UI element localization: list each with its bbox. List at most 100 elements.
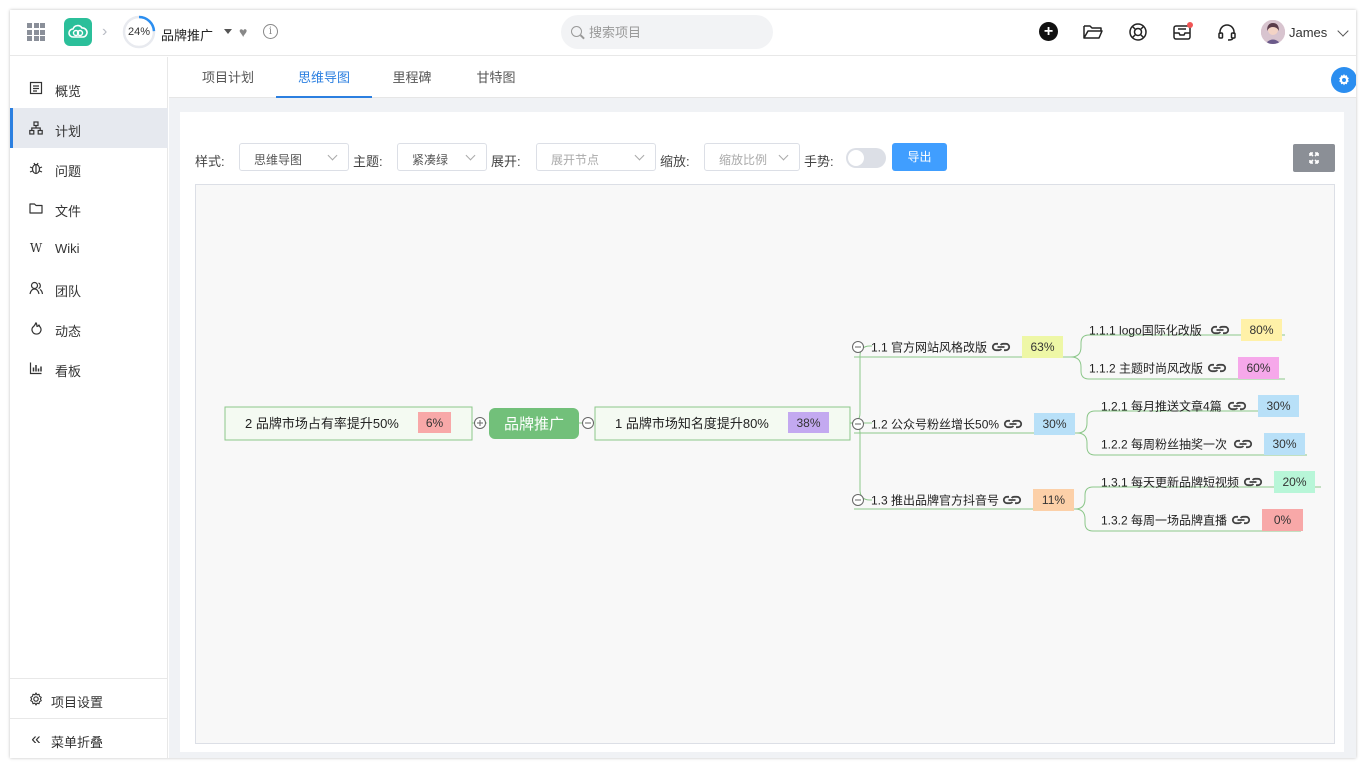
sidebar-item-wiki[interactable]: W Wiki: [10, 228, 168, 268]
app-grid-icon[interactable]: [27, 23, 45, 41]
percent-text: 63%: [1030, 340, 1054, 354]
progress-percent: 24%: [127, 26, 151, 38]
style-select-value: 思维导图: [254, 153, 303, 167]
link-icon[interactable]: [1227, 401, 1247, 411]
sidebar-item-label: Wiki: [55, 241, 80, 256]
link-icon[interactable]: [991, 342, 1011, 352]
top-bar: › 24% 品牌推广 ♥ i +: [10, 10, 1356, 56]
sidebar-item-label: 概览: [55, 84, 82, 99]
export-button[interactable]: 导出: [892, 143, 947, 171]
tab-gantt[interactable]: 甘特图: [465, 57, 527, 98]
mindmap-node-l3[interactable]: 1.3.2 每周一场品牌直播 0%: [1101, 509, 1303, 531]
cloud-logo-icon[interactable]: [64, 18, 92, 46]
node-left-percent: 6%: [426, 416, 444, 430]
plan-icon: [29, 121, 43, 135]
caret-down-icon[interactable]: [224, 29, 232, 34]
zoom-label: 缩放:: [660, 154, 690, 169]
percent-text: 20%: [1282, 475, 1306, 489]
link-icon[interactable]: [1243, 477, 1263, 487]
add-circle-icon[interactable]: +: [1039, 22, 1058, 41]
chevron-down-icon: [778, 150, 789, 161]
folder-open-icon[interactable]: [1082, 22, 1104, 44]
collapse-menu-button[interactable]: « 菜单折叠: [10, 718, 168, 758]
project-name[interactable]: 品牌推广: [161, 25, 213, 44]
tab-bar: 项目计划 思维导图 里程碑 甘特图: [169, 57, 1356, 98]
link-icon[interactable]: [1002, 495, 1022, 505]
sidebar-item-team[interactable]: 团队: [10, 268, 168, 308]
node-label: 1.2.1 每月推送文章4篇: [1101, 399, 1222, 414]
bug-icon: [29, 161, 43, 175]
mindmap-node-l2[interactable]: 1.1 官方网站风格改版 63%: [852, 336, 1064, 358]
link-icon[interactable]: [1003, 419, 1023, 429]
mindmap-canvas[interactable]: 2 品牌市场占有率提升50% 6% 品牌推广 1 品牌市场知名度提升80% 38…: [195, 184, 1335, 744]
search-input[interactable]: [589, 22, 759, 42]
node-label: 1.1.2 主题时尚风改版: [1089, 362, 1203, 376]
user-avatar[interactable]: [1261, 20, 1285, 44]
link-icon[interactable]: [1210, 325, 1230, 335]
help-lifebuoy-icon[interactable]: [1128, 22, 1150, 44]
gesture-label: 手势:: [804, 154, 834, 169]
chevron-down-icon: [465, 150, 476, 161]
sidebar-item-label: 问题: [55, 164, 82, 179]
expand-label: 展开:: [491, 154, 521, 169]
zoom-select-placeholder: 缩放比例: [719, 153, 768, 167]
sidebar-item-label: 看板: [55, 364, 82, 379]
chevron-down-icon: [327, 150, 338, 161]
heart-icon[interactable]: ♥: [239, 24, 247, 40]
tab-mindmap[interactable]: 思维导图: [276, 57, 372, 98]
expand-select[interactable]: 展开节点: [536, 143, 656, 171]
percent-text: 30%: [1042, 417, 1066, 431]
sidebar-item-overview[interactable]: 概览: [10, 68, 168, 108]
chevron-right-icon: ›: [102, 23, 108, 40]
wiki-icon: W: [29, 241, 43, 255]
percent-text: 30%: [1272, 437, 1296, 451]
node-left-label: 2 品牌市场占有率提升50%: [245, 416, 399, 431]
app-window: › 24% 品牌推广 ♥ i +: [10, 10, 1356, 758]
sidebar-item-plan[interactable]: 计划: [10, 108, 168, 148]
percent-text: 30%: [1266, 399, 1290, 413]
inbox-notification-icon[interactable]: [1172, 22, 1194, 44]
mindmap-node-l3[interactable]: 1.2.2 每周粉丝抽奖一次 30%: [1101, 433, 1305, 455]
mindmap-node-l2[interactable]: 1.2 公众号粉丝增长50% 30%: [852, 413, 1076, 435]
mindmap-node-l3[interactable]: 1.1.1 logo国际化改版 80%: [1089, 319, 1282, 341]
main-area: 项目计划 思维导图 里程碑 甘特图 样式: 思维导图 主题: 紧凑绿 展开: 展…: [169, 57, 1356, 758]
link-icon[interactable]: [1233, 439, 1253, 449]
node-label: 1.3.1 每天更新品牌短视频: [1101, 475, 1239, 490]
tab-project-plan[interactable]: 项目计划: [189, 57, 267, 98]
collapse-menu-label: 菜单折叠: [51, 735, 104, 750]
node-right-label: 1 品牌市场知名度提升80%: [615, 416, 769, 431]
link-icon[interactable]: [1207, 363, 1227, 373]
sidebar-item-issues[interactable]: 问题: [10, 148, 168, 188]
sidebar-item-label: 动态: [55, 324, 82, 339]
gesture-toggle[interactable]: [846, 148, 886, 168]
mindmap-node-l3[interactable]: 1.2.1 每月推送文章4篇 30%: [1101, 395, 1299, 417]
node-label: 1.3.2 每周一场品牌直播: [1101, 513, 1227, 528]
sidebar-item-activity[interactable]: 动态: [10, 308, 168, 348]
node-label: 1.1 官方网站风格改版: [871, 340, 987, 355]
sidebar-item-files[interactable]: 文件: [10, 188, 168, 228]
sidebar-item-label: 计划: [55, 124, 82, 139]
mindmap-node-l2[interactable]: 1.3 推出品牌官方抖音号 11%: [852, 489, 1075, 511]
style-select[interactable]: 思维导图: [239, 143, 349, 171]
headset-icon[interactable]: [1217, 22, 1239, 44]
chevron-down-icon: [634, 150, 645, 161]
fullscreen-button[interactable]: [1293, 144, 1335, 172]
percent-text: 80%: [1249, 323, 1273, 337]
mindmap-node-l3[interactable]: 1.3.1 每天更新品牌短视频 20%: [1101, 471, 1315, 493]
info-icon[interactable]: i: [263, 24, 278, 39]
folder-icon: [29, 201, 43, 215]
settings-gear-button[interactable]: [1331, 67, 1356, 93]
search-box[interactable]: [561, 15, 773, 49]
activity-icon: [29, 321, 43, 335]
chevron-down-icon[interactable]: [1337, 25, 1349, 37]
sidebar-item-board[interactable]: 看板: [10, 348, 168, 388]
zoom-select[interactable]: 缩放比例: [704, 143, 800, 171]
theme-select[interactable]: 紧凑绿: [397, 143, 487, 171]
user-name[interactable]: James: [1289, 25, 1327, 40]
tab-milestones[interactable]: 里程碑: [381, 57, 443, 98]
overview-icon: [29, 81, 43, 95]
project-settings-button[interactable]: 项目设置: [10, 678, 168, 718]
mindmap-node-l3[interactable]: 1.1.2 主题时尚风改版 60%: [1089, 357, 1279, 379]
project-settings-label: 项目设置: [51, 695, 104, 710]
link-icon[interactable]: [1231, 515, 1251, 525]
